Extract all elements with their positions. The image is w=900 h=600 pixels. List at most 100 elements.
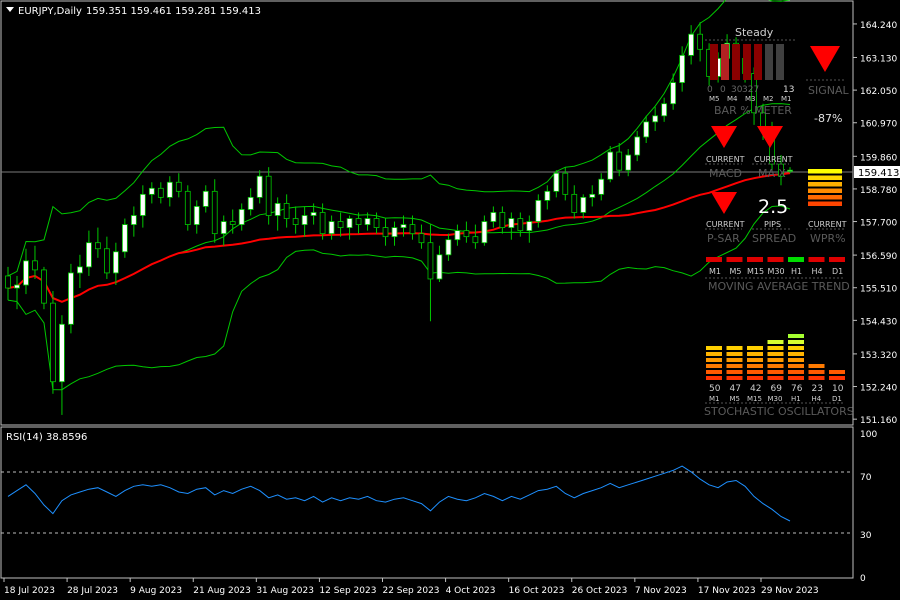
candle [68, 263, 74, 334]
price-axis-label: 156.590 [860, 252, 897, 262]
stoch-tf: M1 [709, 395, 720, 403]
stoch-bar-segment [767, 340, 784, 344]
middle-band [7, 103, 791, 303]
stoch-title: STOCHASTIC OSCILLATORS [704, 405, 854, 418]
chart-title: EURJPY,Daily [18, 6, 82, 17]
stoch-bar-segment [767, 352, 784, 356]
stoch-bar-segment [747, 376, 763, 380]
bar-meter-bar [710, 44, 718, 80]
stoch-bar-segment [706, 346, 722, 350]
stoch-bar-segment [767, 376, 784, 380]
stoch-bar-segment [788, 340, 804, 344]
bar-meter-value-1: 0 [707, 85, 713, 95]
candle [211, 179, 218, 243]
ma-trend-cell [808, 257, 825, 262]
price-axis-label: 162.050 [860, 87, 897, 97]
stochastic-values: 50 47 42 69 76 23 10 [709, 384, 844, 394]
date-axis-label: 17 Nov 2023 [698, 586, 756, 596]
wpr-current: CURRENT [808, 220, 847, 229]
candle-body [202, 190, 209, 207]
date-axis-label: 12 Sep 2023 [319, 586, 376, 596]
candle [553, 170, 560, 198]
candle-body [580, 196, 587, 213]
candle-body [688, 33, 694, 56]
stochastic-bars [706, 334, 845, 380]
bar-meter-tf: M4 [727, 95, 738, 103]
price-axis-label: 154.430 [860, 317, 897, 327]
candle-body [211, 190, 218, 235]
date-axis-label: 26 Oct 2023 [572, 586, 628, 596]
bar-meter-value-4: 327 [742, 85, 759, 95]
candle [472, 224, 479, 249]
stoch-tf: M5 [730, 395, 741, 403]
candle-body [544, 190, 551, 201]
wpr-label: WPR% [810, 232, 846, 245]
candle [23, 248, 29, 295]
candle [292, 206, 299, 234]
candle [481, 215, 488, 246]
candle [5, 266, 11, 301]
ma-trend-tf: M15 [747, 267, 764, 276]
wpr-bar [808, 182, 842, 187]
candle-body [400, 224, 407, 228]
stoch-value: 23 [812, 384, 823, 394]
spread-label: SPREAD [752, 232, 796, 245]
candle [463, 221, 470, 243]
ma-trend-cell [706, 257, 722, 262]
price-tag-text: 159.413 [858, 168, 899, 179]
candle-body [436, 254, 443, 280]
price-axis-label: 152.240 [860, 384, 897, 394]
stoch-bar-segment [808, 376, 825, 380]
ma-trend-tf: M30 [768, 267, 785, 276]
candle [184, 185, 191, 231]
candle-body [23, 260, 29, 286]
candle [86, 230, 92, 276]
price-axis-label: 158.780 [860, 186, 897, 196]
candle [130, 206, 137, 237]
rsi-axis-label: 30 [860, 531, 872, 541]
stoch-tf: M30 [768, 395, 783, 403]
candle [95, 227, 101, 258]
candle-body [130, 215, 137, 225]
ma-trend-cell [788, 257, 804, 262]
candle [436, 245, 443, 282]
candle-body [112, 251, 119, 274]
stoch-bar-segment [788, 352, 804, 356]
stoch-value: 47 [730, 384, 741, 394]
candle [427, 224, 434, 322]
stoch-bar-segment [788, 346, 804, 350]
candle [139, 185, 146, 228]
wpr-bar [808, 201, 842, 206]
chart-canvas: EURJPY,Daily 159.351 159.461 159.281 159… [0, 0, 900, 596]
candle-body [445, 239, 452, 256]
ohlc-values: 159.351 159.461 159.281 159.413 [86, 6, 261, 17]
candle-body [499, 212, 506, 228]
candle [238, 203, 245, 231]
candle-body [184, 190, 191, 225]
candle [508, 212, 515, 240]
candle [382, 218, 389, 246]
candle-body [364, 218, 371, 225]
candle [265, 167, 272, 225]
wpr-bar [808, 188, 842, 193]
macd-arrow-icon [711, 126, 737, 148]
candle [32, 245, 38, 279]
candle [328, 215, 335, 240]
bar-meter-bar [732, 44, 740, 80]
price-axis-label: 163.130 [860, 54, 897, 64]
stoch-bar-segment [767, 358, 784, 362]
candle [697, 22, 703, 62]
candle [104, 236, 110, 279]
bar-meter-title: BAR % METER [714, 104, 792, 117]
stoch-bar-segment [706, 358, 722, 362]
stoch-bar-segment [706, 352, 722, 356]
price-axis-label: 159.860 [860, 153, 897, 163]
signal-label: SIGNAL [808, 84, 850, 97]
price-axis-label: 155.510 [860, 285, 897, 295]
bar-meter-bar [743, 44, 751, 80]
candle [247, 188, 254, 216]
stoch-tf: D1 [832, 395, 842, 403]
bar-meter-tf: M5 [709, 95, 720, 103]
dashboard-panel: Steady 0 0 30 327 13 M5 M4 M3 M2 M1 BAR % ME… [704, 26, 854, 418]
candle [517, 212, 524, 237]
